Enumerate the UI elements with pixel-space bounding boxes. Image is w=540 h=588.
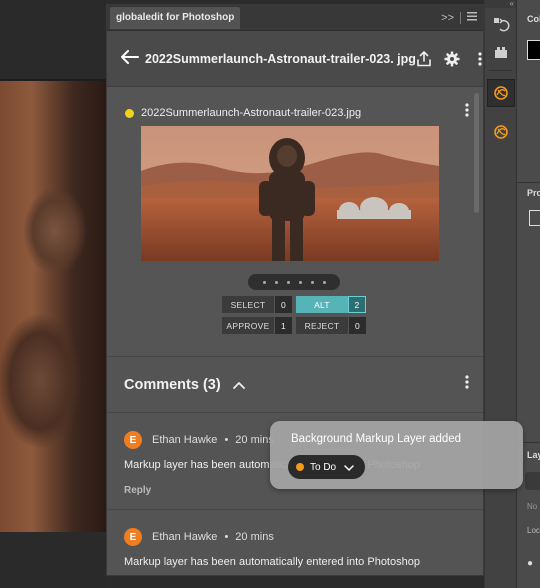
chevron-down-icon <box>344 458 354 476</box>
panel-menu-icon[interactable] <box>467 11 477 24</box>
panel-tab-actions: >> <box>441 11 483 24</box>
pager-dot[interactable] <box>274 280 278 284</box>
comments-header: Comments (3) <box>107 357 483 413</box>
comment-time: 20 mins <box>235 531 274 543</box>
comment-meta: E Ethan Hawke • 20 mins <box>124 431 274 449</box>
separator-dot: • <box>224 531 229 543</box>
pager-dot[interactable] <box>262 280 266 284</box>
layer-search-field[interactable] <box>525 472 540 490</box>
notification-toast: Background Markup Layer added To Do <box>270 421 523 489</box>
toast-title: Background Markup Layer added <box>291 433 462 445</box>
separator-dot: • <box>224 434 229 446</box>
layers-panel-label[interactable]: Lay <box>527 450 540 460</box>
vote-reject[interactable]: REJECT 0 <box>296 317 366 334</box>
globaledit-logo-icon[interactable] <box>490 121 512 143</box>
status-dropdown[interactable]: To Do <box>288 455 365 479</box>
asset-thumbnail[interactable] <box>141 126 439 261</box>
tab-globaledit[interactable]: globaledit for Photoshop <box>110 6 241 29</box>
comment-meta: E Ethan Hawke • 20 mins <box>124 528 274 546</box>
expand-panels-icon[interactable]: >> <box>441 12 454 24</box>
asset-more-icon[interactable] <box>465 103 469 122</box>
chevron-up-icon[interactable] <box>232 376 245 394</box>
comment-author: Ethan Hawke <box>152 434 218 446</box>
vote-count: 1 <box>274 317 292 334</box>
app-root: globaledit for Photoshop >> 2022Summerla… <box>0 0 540 588</box>
panel-tabbar: globaledit for Photoshop >> <box>107 5 483 31</box>
vote-count: 0 <box>348 317 366 334</box>
vote-label: REJECT <box>296 317 348 334</box>
back-arrow-icon[interactable] <box>121 47 139 70</box>
scrollbar[interactable] <box>474 93 479 213</box>
divider <box>517 182 540 183</box>
collapse-dock-icon[interactable]: « <box>485 0 516 8</box>
header-actions <box>416 50 483 67</box>
asset-header: 2022Summerlaunch-Astronaut-trailer-023. … <box>107 31 483 87</box>
eye-icon[interactable]: ● <box>527 558 533 569</box>
asset-filename: 2022Summerlaunch-Astronaut-trailer-023.j… <box>141 107 362 119</box>
properties-panel-label[interactable]: Pro <box>527 188 540 198</box>
pager-dot[interactable] <box>298 280 302 284</box>
asset-card: 2022Summerlaunch-Astronaut-trailer-023.j… <box>107 87 483 357</box>
status-dot <box>296 463 304 471</box>
comment-time: 20 mins <box>235 434 274 446</box>
reply-link[interactable]: Reply <box>124 485 151 496</box>
asset-name-row: 2022Summerlaunch-Astronaut-trailer-023.j… <box>125 107 361 119</box>
divider <box>460 11 461 24</box>
image-pager[interactable] <box>248 274 340 290</box>
more-vertical-icon[interactable] <box>472 51 483 67</box>
lock-label: Lock <box>527 526 540 535</box>
comment-text: Markup layer has been automatically ente… <box>124 556 420 568</box>
divider <box>489 70 512 71</box>
vote-approve[interactable]: APPROVE 1 <box>222 317 292 334</box>
globaledit-panel: globaledit for Photoshop >> 2022Summerla… <box>106 4 484 576</box>
color-panel-label[interactable]: Col <box>527 14 540 24</box>
document-canvas[interactable] <box>0 81 106 532</box>
vote-count: 0 <box>274 296 292 313</box>
vote-select[interactable]: SELECT 0 <box>222 296 292 313</box>
vote-label: SELECT <box>222 296 274 313</box>
globaledit-logo-icon[interactable] <box>486 79 515 107</box>
comment-author: Ethan Hawke <box>152 531 218 543</box>
status-label: To Do <box>310 461 337 473</box>
blend-mode-label[interactable]: No <box>527 502 537 511</box>
pager-dot[interactable] <box>322 280 326 284</box>
comments-title: Comments (3) <box>124 376 221 393</box>
comments-more-icon[interactable] <box>465 375 469 394</box>
vote-alt[interactable]: ALT 2 <box>296 296 366 313</box>
status-dot <box>125 108 134 118</box>
pager-dot[interactable] <box>310 280 314 284</box>
side-panels: Col Pro Lay No Lock ● <box>516 0 540 588</box>
vote-count: 2 <box>348 296 366 313</box>
panel-dock: « <box>484 0 516 588</box>
share-upload-icon[interactable] <box>416 50 432 67</box>
avatar: E <box>124 431 142 449</box>
history-icon[interactable] <box>490 14 512 36</box>
photoshop-status-area <box>0 532 106 588</box>
comment-item: E Ethan Hawke • 20 mins Markup layer has… <box>107 509 483 575</box>
vote-label: APPROVE <box>222 317 274 334</box>
avatar: E <box>124 528 142 546</box>
vote-label: ALT <box>296 296 348 313</box>
photoshop-options-bar <box>0 0 106 79</box>
gear-icon[interactable] <box>444 51 460 67</box>
plugins-icon[interactable] <box>490 42 512 64</box>
foreground-color-swatch[interactable] <box>527 40 540 60</box>
pager-dot[interactable] <box>286 280 290 284</box>
asset-title: 2022Summerlaunch-Astronaut-trailer-023. … <box>145 51 416 66</box>
document-icon[interactable] <box>529 210 540 226</box>
